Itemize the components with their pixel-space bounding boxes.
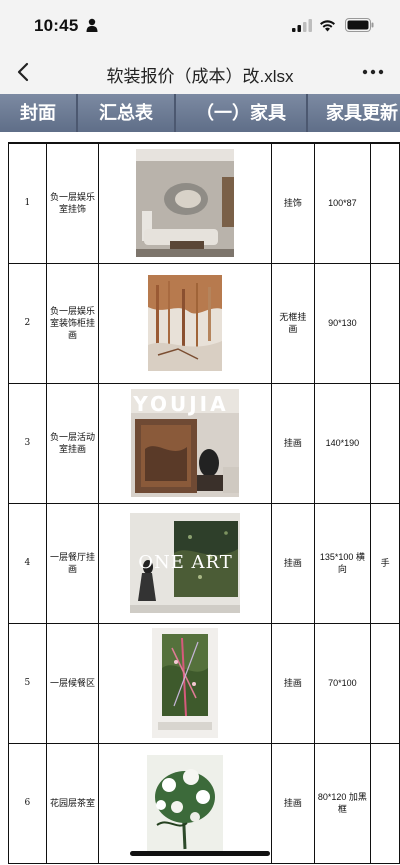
cellular-signal-icon — [292, 19, 312, 32]
image-cell[interactable] — [98, 622, 273, 744]
size-cell[interactable]: 70*100 — [313, 622, 372, 744]
row-number-cell[interactable]: 2 — [8, 262, 47, 384]
location-cell[interactable]: 负一层活动室挂画 — [45, 382, 100, 504]
spreadsheet-grid[interactable]: 1 负一层娱乐室挂饰 挂饰 100*87 2 负一层娱乐室装饰柜挂画 无框挂画 … — [0, 132, 400, 865]
type-cell[interactable]: 无框挂画 — [271, 262, 315, 384]
sheet-tab-bar: 封面 汇总表 （一）家具 家具更新 — [0, 94, 400, 132]
extra-cell[interactable]: 手 — [370, 502, 400, 624]
wifi-icon — [320, 20, 335, 32]
status-time: 10:45 — [34, 16, 79, 35]
table-row[interactable]: 4 一层餐厅挂画 ONE ART 挂画 135*100 横向 手 — [8, 502, 400, 624]
table-row[interactable]: 6 花园层茶室 挂画 80*120 加黑框 — [8, 742, 400, 864]
row-number-cell[interactable]: 4 — [8, 502, 47, 624]
location-cell[interactable]: 负一层娱乐室装饰柜挂画 — [45, 262, 100, 384]
type-cell[interactable]: 挂画 — [271, 742, 315, 864]
table-row[interactable]: 1 负一层娱乐室挂饰 挂饰 100*87 — [8, 142, 400, 264]
row-number-cell[interactable]: 3 — [8, 382, 47, 504]
extra-cell[interactable] — [370, 742, 400, 864]
extra-cell[interactable] — [370, 382, 400, 504]
row-number-cell[interactable]: 6 — [8, 742, 47, 864]
image-cell[interactable] — [98, 742, 273, 864]
tab-cover[interactable]: 封面 — [0, 94, 78, 132]
image-cell[interactable]: YOUJIA — [98, 382, 273, 504]
wall-sculpture-photo — [136, 149, 235, 258]
size-cell[interactable]: 80*120 加黑框 — [313, 742, 372, 864]
botanical-painting-photo — [152, 628, 219, 738]
row-number-cell[interactable]: 1 — [8, 142, 47, 264]
location-cell[interactable]: 负一层娱乐室挂饰 — [45, 142, 100, 264]
type-cell[interactable]: 挂画 — [271, 622, 315, 744]
image-cell[interactable] — [98, 142, 273, 264]
location-cell[interactable]: 一层餐厅挂画 — [45, 502, 100, 624]
abstract-painting-photo — [148, 275, 223, 371]
size-cell[interactable]: 140*190 — [313, 382, 372, 504]
watermark-text: ONE ART — [138, 552, 233, 573]
gallery-photo: YOUJIA — [131, 389, 240, 497]
tab-furniture[interactable]: （一）家具 — [176, 94, 308, 132]
home-indicator[interactable] — [130, 851, 270, 856]
row-number-cell[interactable]: 5 — [8, 622, 47, 744]
status-bar: 10:45 — [0, 0, 400, 50]
size-cell[interactable]: 100*87 — [313, 142, 372, 264]
type-cell[interactable]: 挂饰 — [271, 142, 315, 264]
location-cell[interactable]: 花园层茶室 — [45, 742, 100, 864]
person-icon — [86, 18, 98, 32]
table-row[interactable]: 5 一层候餐区 挂画 70*100 — [8, 622, 400, 744]
battery-icon — [345, 18, 374, 32]
tab-furniture-update[interactable]: 家具更新 — [308, 94, 400, 132]
quote-table: 1 负一层娱乐室挂饰 挂饰 100*87 2 负一层娱乐室装饰柜挂画 无框挂画 … — [8, 142, 400, 864]
table-row[interactable]: 3 负一层活动室挂画 YOUJIA 挂画 140*190 — [8, 382, 400, 504]
watermark-text: YOUJIA — [133, 392, 229, 416]
extra-cell[interactable] — [370, 142, 400, 264]
table-row[interactable]: 2 负一层娱乐室装饰柜挂画 无框挂画 90*130 — [8, 262, 400, 384]
extra-cell[interactable] — [370, 262, 400, 384]
more-options-icon[interactable] — [360, 60, 386, 84]
document-title: 软装报价（成本）改.xlsx — [106, 67, 294, 86]
type-cell[interactable]: 挂画 — [271, 502, 315, 624]
back-chevron-icon[interactable] — [10, 58, 38, 86]
image-cell[interactable] — [98, 262, 273, 384]
image-cell[interactable]: ONE ART — [98, 502, 273, 624]
location-cell[interactable]: 一层候餐区 — [45, 622, 100, 744]
nav-bar: 软装报价（成本）改.xlsx — [0, 50, 400, 94]
tab-summary[interactable]: 汇总表 — [78, 94, 176, 132]
type-cell[interactable]: 挂画 — [271, 382, 315, 504]
size-cell[interactable]: 135*100 横向 — [313, 502, 372, 624]
green-painting-photo: ONE ART — [130, 513, 241, 613]
size-cell[interactable]: 90*130 — [313, 262, 372, 384]
floral-painting-photo — [147, 755, 224, 851]
extra-cell[interactable] — [370, 622, 400, 744]
